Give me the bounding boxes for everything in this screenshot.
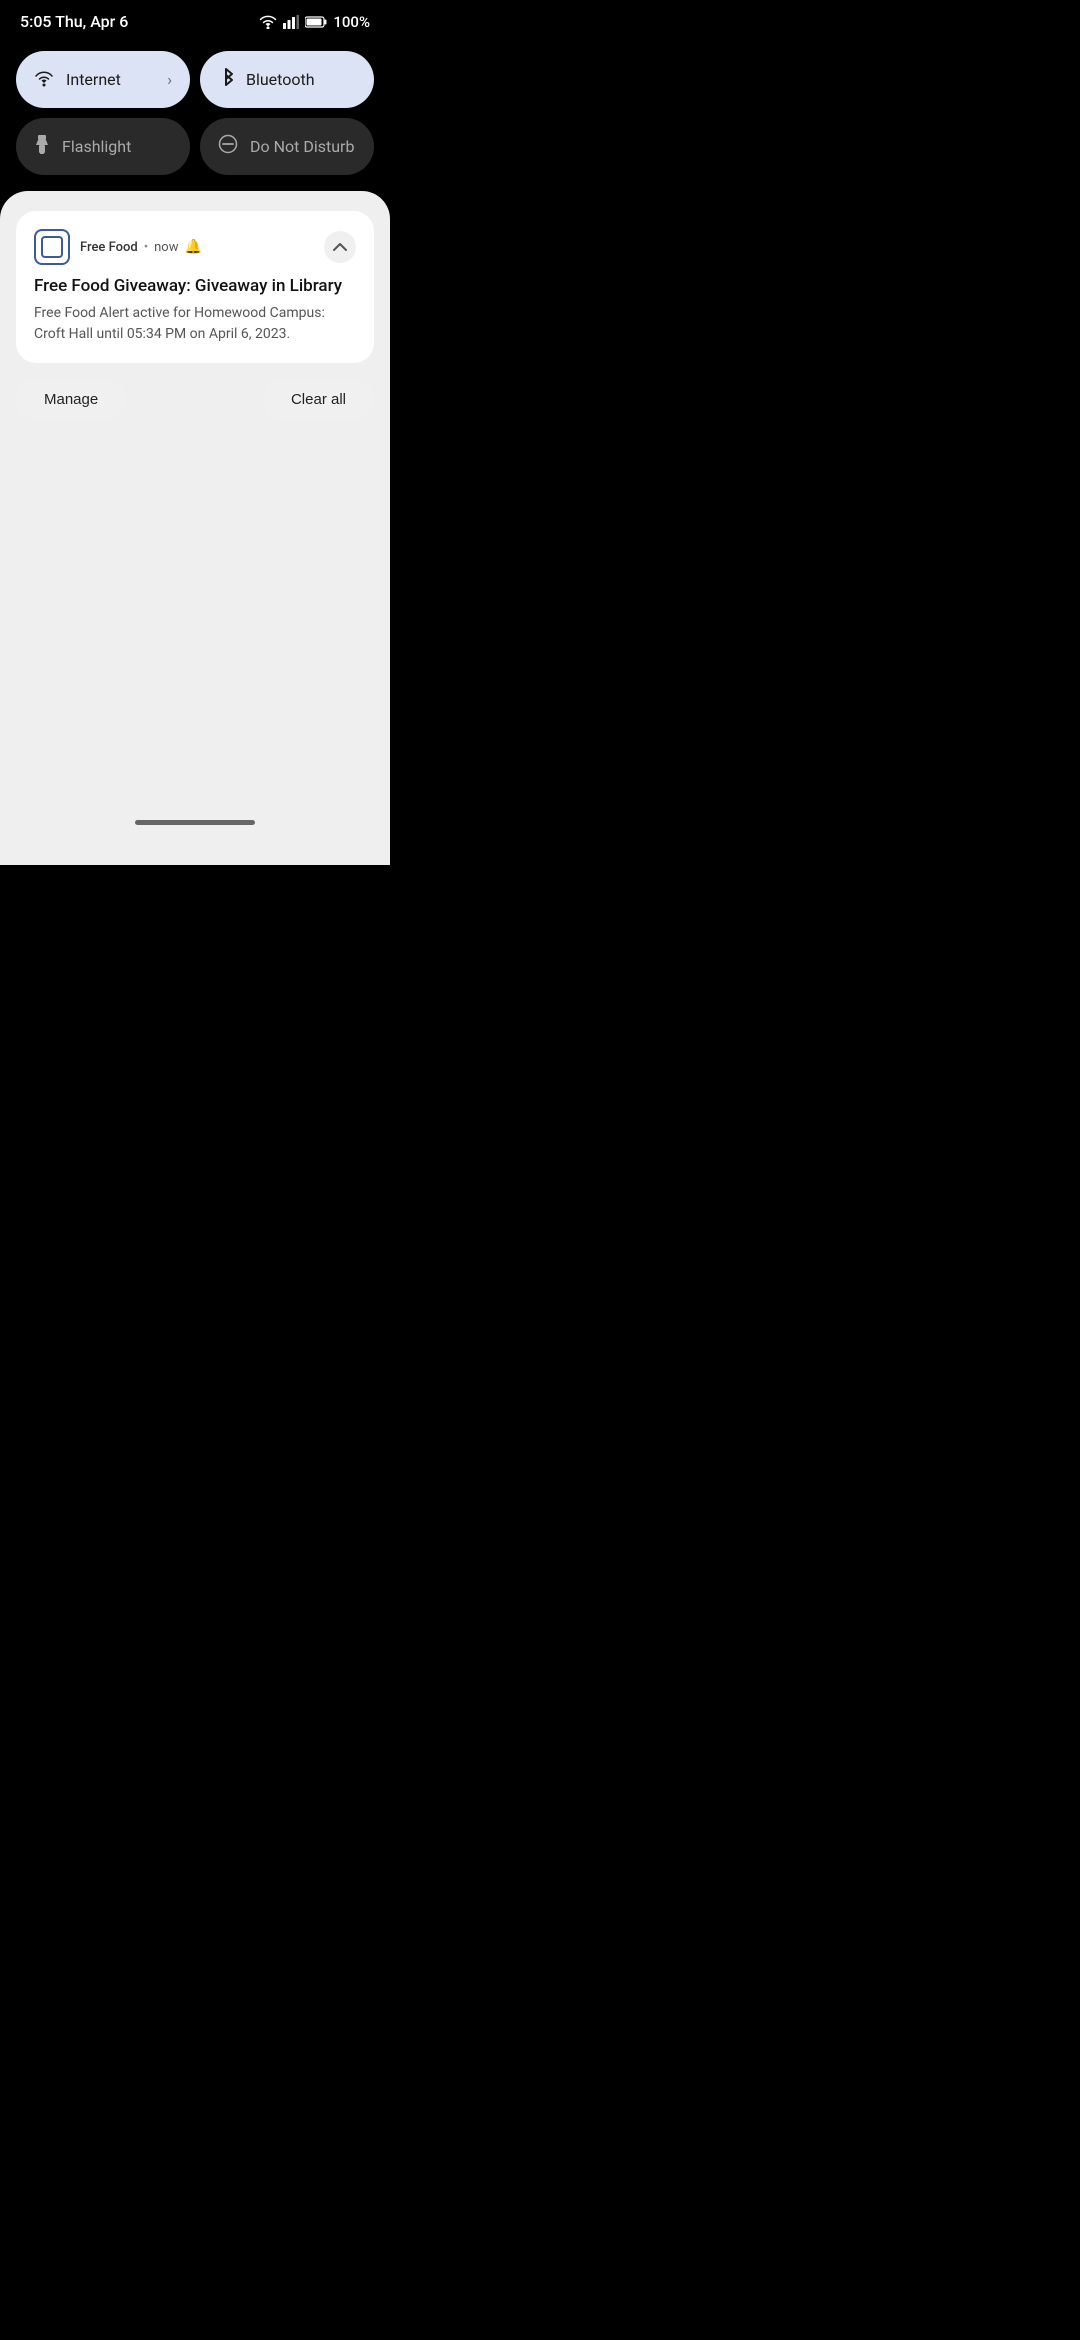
notif-meta: Free Food • now 🔔 bbox=[80, 239, 324, 255]
notif-separator: • bbox=[144, 240, 148, 255]
internet-arrow: › bbox=[167, 70, 172, 89]
notif-app-icon bbox=[34, 229, 70, 265]
battery-icon bbox=[305, 16, 327, 28]
notification-card: Free Food • now 🔔 Free Food Giveaway: Gi… bbox=[16, 211, 374, 363]
flashlight-label: Flashlight bbox=[62, 137, 172, 156]
clear-all-button[interactable]: Clear all bbox=[263, 379, 374, 420]
notif-header: Free Food • now 🔔 bbox=[34, 229, 356, 265]
notif-bell-icon: 🔔 bbox=[185, 239, 202, 255]
qs-tile-bluetooth[interactable]: Bluetooth bbox=[200, 51, 374, 108]
status-time: 5:05 Thu, Apr 6 bbox=[20, 12, 128, 31]
notif-title: Free Food Giveaway: Giveaway in Library bbox=[34, 275, 356, 297]
dnd-icon bbox=[218, 134, 238, 159]
qs-tile-internet[interactable]: Internet › bbox=[16, 51, 190, 108]
battery-percent: 100% bbox=[333, 13, 370, 31]
status-icons: 100% bbox=[259, 13, 370, 31]
internet-icon bbox=[34, 68, 54, 92]
notif-app-icon-inner bbox=[41, 236, 63, 258]
bluetooth-label: Bluetooth bbox=[246, 70, 356, 89]
status-bar: 5:05 Thu, Apr 6 100% bbox=[0, 0, 390, 39]
notif-body: Free Food Alert active for Homewood Camp… bbox=[34, 303, 356, 345]
notif-time: now bbox=[154, 240, 178, 255]
notif-actions: Manage Clear all bbox=[16, 379, 374, 420]
notification-area: Free Food • now 🔔 Free Food Giveaway: Gi… bbox=[0, 191, 390, 865]
signal-icon bbox=[283, 15, 299, 29]
internet-label: Internet bbox=[66, 70, 155, 89]
bluetooth-icon bbox=[218, 67, 234, 92]
wifi-icon bbox=[259, 15, 277, 29]
notif-collapse-button[interactable] bbox=[324, 231, 356, 263]
notif-app-name: Free Food bbox=[80, 240, 138, 255]
dnd-label: Do Not Disturb bbox=[250, 137, 356, 156]
qs-tile-dnd[interactable]: Do Not Disturb bbox=[200, 118, 374, 175]
flashlight-icon bbox=[34, 134, 50, 159]
quick-settings: Internet › Bluetooth Flashlight bbox=[0, 39, 390, 191]
home-indicator bbox=[135, 820, 255, 825]
qs-tile-flashlight[interactable]: Flashlight bbox=[16, 118, 190, 175]
manage-button[interactable]: Manage bbox=[16, 379, 126, 420]
